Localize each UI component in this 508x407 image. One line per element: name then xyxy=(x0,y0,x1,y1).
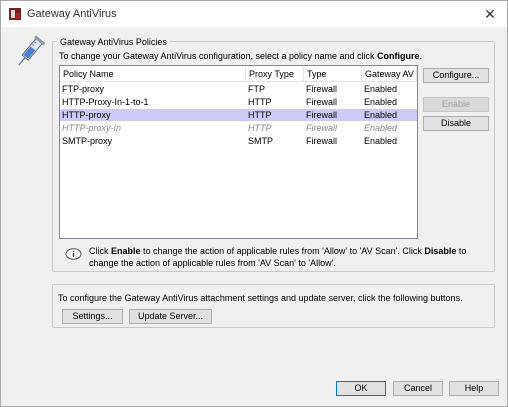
table-row[interactable]: FTP-proxy FTP Firewall Enabled xyxy=(60,83,417,95)
cell-proxy-type: HTTP xyxy=(248,110,272,120)
policies-instruction: To change your Gateway AntiVirus configu… xyxy=(59,51,422,61)
column-header-type[interactable]: Type xyxy=(304,66,362,82)
cell-gateway-av: Enabled xyxy=(364,84,398,94)
cell-proxy-type: HTTP xyxy=(248,97,272,107)
ok-button[interactable]: OK xyxy=(336,381,386,396)
info-enable-word: Enable xyxy=(111,246,141,256)
cell-type: Firewall xyxy=(306,110,338,120)
settings-button[interactable]: Settings... xyxy=(62,309,123,324)
cell-gateway-av: Enabled xyxy=(364,97,398,107)
syringe-icon xyxy=(11,35,47,71)
table-row[interactable]: SMTP-proxy SMTP Firewall Enabled xyxy=(60,135,417,147)
policies-table[interactable]: Policy Name Proxy Type Type Gateway AV F… xyxy=(59,65,418,239)
dialog-window: Gateway AntiVirus ✕ Gateway AntiVirus Po… xyxy=(0,0,508,407)
cell-proxy-type: FTP xyxy=(248,84,265,94)
title-bar: Gateway AntiVirus ✕ xyxy=(1,1,507,27)
info-icon xyxy=(65,248,82,260)
column-header-policy-name[interactable]: Policy Name xyxy=(60,66,246,82)
cell-gateway-av: Enabled xyxy=(364,136,398,146)
cell-policy-name: HTTP-proxy-In xyxy=(62,123,122,133)
instruction-text: To change your Gateway AntiVirus configu… xyxy=(59,51,378,61)
table-row[interactable]: HTTP-proxy HTTP Firewall Enabled xyxy=(60,109,417,121)
cell-policy-name: HTTP-Proxy-In-1-to-1 xyxy=(62,97,149,107)
help-button[interactable]: Help xyxy=(449,381,499,396)
cell-policy-name: SMTP-proxy xyxy=(62,136,113,146)
cell-type: Firewall xyxy=(306,136,338,146)
close-icon[interactable]: ✕ xyxy=(481,5,499,23)
cell-gateway-av: Enabled xyxy=(364,123,398,133)
cell-proxy-type: SMTP xyxy=(248,136,274,146)
cell-type: Firewall xyxy=(306,84,338,94)
settings-instruction: To configure the Gateway AntiVirus attac… xyxy=(58,293,463,303)
cell-type: Firewall xyxy=(306,97,338,107)
cell-type: Firewall xyxy=(306,123,338,133)
window-title: Gateway AntiVirus xyxy=(27,8,117,20)
configure-button[interactable]: Configure... xyxy=(423,68,489,83)
cell-policy-name: HTTP-proxy xyxy=(62,110,111,120)
cancel-button[interactable]: Cancel xyxy=(393,381,443,396)
table-header: Policy Name Proxy Type Type Gateway AV xyxy=(60,66,417,82)
table-row[interactable]: HTTP-Proxy-In-1-to-1 HTTP Firewall Enabled xyxy=(60,96,417,108)
info-message: Click Enable to change the action of app… xyxy=(89,245,489,269)
info-part-1: Click xyxy=(89,246,111,256)
update-server-button[interactable]: Update Server... xyxy=(129,309,212,324)
column-header-proxy-type[interactable]: Proxy Type xyxy=(246,66,304,82)
shield-app-icon xyxy=(8,7,22,21)
enable-button[interactable]: Enable xyxy=(423,97,489,112)
info-part-2: to change the action of applicable rules… xyxy=(140,246,425,256)
cell-proxy-type: HTTP xyxy=(248,123,272,133)
column-header-gateway-av[interactable]: Gateway AV xyxy=(362,66,417,82)
policies-group-legend: Gateway AntiVirus Policies xyxy=(57,37,170,47)
instruction-suffix: . xyxy=(419,51,423,61)
cell-policy-name: FTP-proxy xyxy=(62,84,105,94)
info-disable-word: Disable xyxy=(424,246,457,256)
cell-gateway-av: Enabled xyxy=(364,110,398,120)
instruction-configure-word: Configure xyxy=(377,51,420,61)
disable-button[interactable]: Disable xyxy=(423,116,489,131)
table-row[interactable]: HTTP-proxy-In HTTP Firewall Enabled xyxy=(60,122,417,134)
